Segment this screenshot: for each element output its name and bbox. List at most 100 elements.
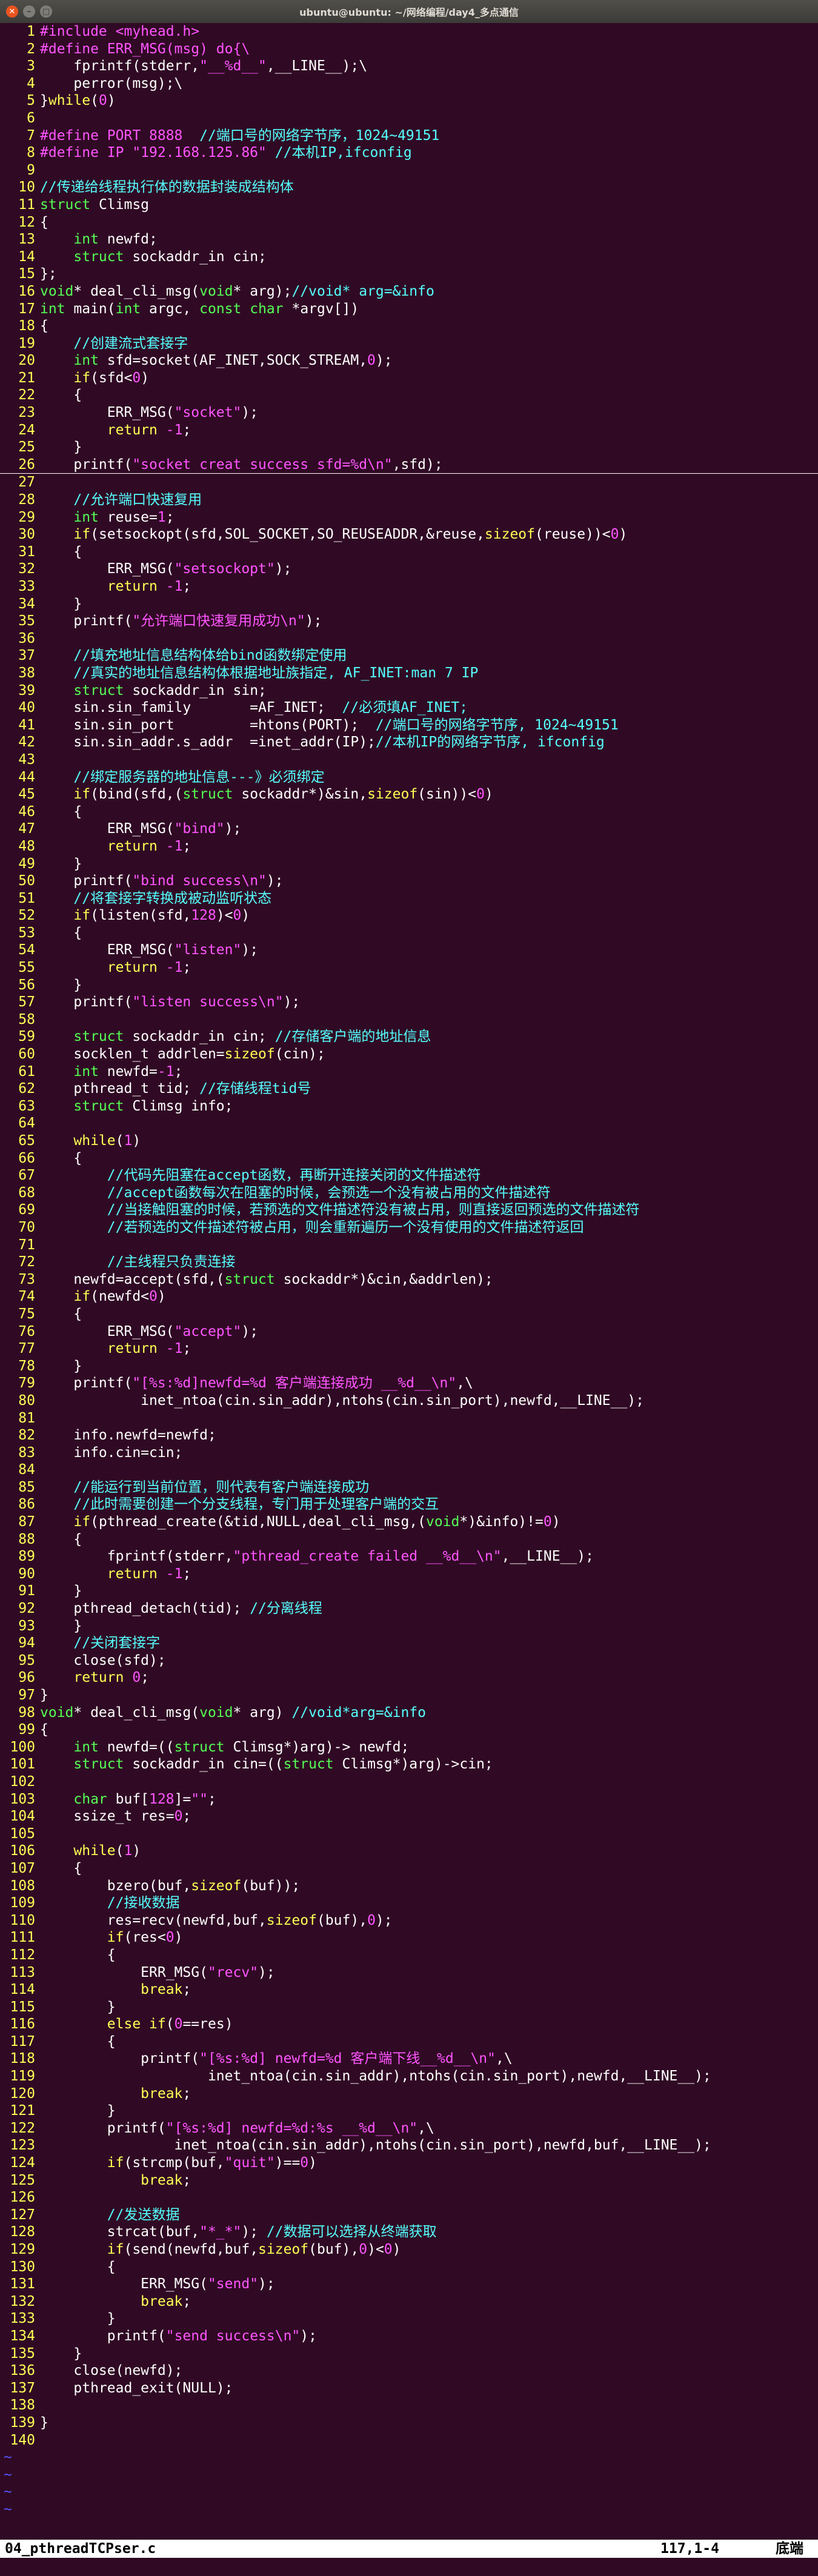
code-line[interactable]: 39 struct sockaddr_in sin;: [0, 682, 818, 700]
code-line[interactable]: 139}: [0, 2414, 818, 2432]
code-line[interactable]: 67 //代码先阻塞在accept函数，再断开连接关闭的文件描述符: [0, 1167, 818, 1184]
code-line[interactable]: 9: [0, 162, 818, 179]
code-line[interactable]: 42 sin.sin_addr.s_addr =inet_addr(IP);//…: [0, 734, 818, 751]
code-line[interactable]: 135 }: [0, 2345, 818, 2363]
code-line[interactable]: 28 //允许端口快速复用: [0, 491, 818, 509]
code-line[interactable]: 83 info.cin=cin;: [0, 1444, 818, 1462]
code-line[interactable]: 58: [0, 1011, 818, 1029]
close-icon[interactable]: ✕: [6, 5, 18, 18]
code-line[interactable]: 118 printf("[%s:%d] newfd=%d 客户端下线__%d__…: [0, 2050, 818, 2068]
code-line[interactable]: 110 res=recv(newfd,buf,sizeof(buf),0);: [0, 1912, 818, 1930]
code-line[interactable]: 53 {: [0, 925, 818, 942]
code-line[interactable]: 63 struct Climsg info;: [0, 1098, 818, 1115]
code-line[interactable]: 102: [0, 1773, 818, 1791]
code-line[interactable]: 41 sin.sin_port =htons(PORT); //端口号的网络字节…: [0, 717, 818, 734]
code-line[interactable]: 49 }: [0, 855, 818, 873]
code-line[interactable]: 86 //此时需要创建一个分支线程，专门用于处理客户端的交互: [0, 1496, 818, 1513]
code-line[interactable]: 111 if(res<0): [0, 1929, 818, 1947]
code-line[interactable]: 64: [0, 1115, 818, 1132]
code-line[interactable]: 92 pthread_detach(tid); //分离线程: [0, 1600, 818, 1618]
code-line[interactable]: 18 {: [0, 317, 818, 335]
code-line[interactable]: 11 struct Climsg: [0, 196, 818, 214]
code-line[interactable]: 93 }: [0, 1618, 818, 1635]
vim-command-line[interactable]: [0, 2558, 818, 2576]
code-line[interactable]: 81: [0, 1410, 818, 1427]
code-line[interactable]: 61 int newfd=-1;: [0, 1063, 818, 1081]
code-line[interactable]: 85 //能运行到当前位置，则代表有客户端连接成功: [0, 1479, 818, 1496]
code-line[interactable]: 68 //accept函数每次在阻塞的时候，会预选一个没有被占用的文件描述符: [0, 1184, 818, 1202]
code-line[interactable]: 138: [0, 2397, 818, 2414]
code-line[interactable]: 80 inet_ntoa(cin.sin_addr),ntohs(cin.sin…: [0, 1392, 818, 1410]
code-line[interactable]: 54 ERR_MSG("listen");: [0, 941, 818, 959]
code-line[interactable]: 121 }: [0, 2102, 818, 2120]
code-line[interactable]: 129 if(send(newfd,buf,sizeof(buf),0)<0): [0, 2241, 818, 2259]
code-line[interactable]: 27: [0, 474, 818, 491]
code-line[interactable]: 122 printf("[%s:%d] newfd=%d:%s __%d__\n…: [0, 2120, 818, 2137]
code-line[interactable]: 51 //将套接字转换成被动监听状态: [0, 890, 818, 908]
code-line[interactable]: 15};: [0, 265, 818, 283]
code-line[interactable]: 103 char buf[128]="";: [0, 1791, 818, 1808]
code-line[interactable]: 108 bzero(buf,sizeof(buf));: [0, 1877, 818, 1895]
code-line[interactable]: 106 while(1): [0, 1842, 818, 1860]
code-line[interactable]: 115 }: [0, 1999, 818, 2016]
code-line[interactable]: 14 struct sockaddr_in cin;: [0, 248, 818, 266]
code-line[interactable]: 52 if(listen(sfd,128)<0): [0, 907, 818, 925]
code-line[interactable]: 128 strcat(buf,"*_*"); //数据可以选择从终端获取: [0, 2223, 818, 2241]
code-line[interactable]: 35 printf("允许端口快速复用成功\n");: [0, 612, 818, 630]
code-line[interactable]: 113 ERR_MSG("recv");: [0, 1964, 818, 1982]
code-line[interactable]: 73 newfd=accept(sfd,(struct sockaddr*)&c…: [0, 1271, 818, 1289]
code-line[interactable]: 45 if(bind(sfd,(struct sockaddr*)&sin,si…: [0, 786, 818, 803]
code-line[interactable]: 116 else if(0==res): [0, 2016, 818, 2033]
code-line[interactable]: 34 }: [0, 596, 818, 613]
code-line[interactable]: 97}: [0, 1687, 818, 1704]
code-line[interactable]: 24 return -1;: [0, 422, 818, 439]
code-line[interactable]: 20 int sfd=socket(AF_INET,SOCK_STREAM,0)…: [0, 352, 818, 370]
code-line[interactable]: 5}while(0): [0, 92, 818, 110]
code-line[interactable]: 33 return -1;: [0, 578, 818, 596]
code-line[interactable]: 70 //若预选的文件描述符被占用，则会重新遍历一个没有使用的文件描述符返回: [0, 1219, 818, 1237]
code-line[interactable]: 25 }: [0, 439, 818, 456]
code-line[interactable]: 101 struct sockaddr_in cin=((struct Clim…: [0, 1756, 818, 1773]
code-line[interactable]: 124 if(strcmp(buf,"quit")==0): [0, 2154, 818, 2172]
code-line[interactable]: 133 }: [0, 2310, 818, 2328]
code-line[interactable]: 8 #define IP "192.168.125.86" //本机IP,ifco…: [0, 144, 818, 162]
code-line[interactable]: 89 fprintf(stderr,"pthread_create failed…: [0, 1548, 818, 1565]
code-line[interactable]: 37 //填充地址信息结构体给bind函数绑定使用: [0, 647, 818, 665]
code-line[interactable]: 31 {: [0, 543, 818, 561]
code-line[interactable]: 99 {: [0, 1721, 818, 1739]
code-line[interactable]: 109 //接收数据: [0, 1894, 818, 1912]
code-line[interactable]: 84: [0, 1461, 818, 1479]
code-line[interactable]: 137 pthread_exit(NULL);: [0, 2380, 818, 2397]
code-line[interactable]: 130 {: [0, 2259, 818, 2276]
code-line[interactable]: 74 if(newfd<0): [0, 1288, 818, 1306]
code-line[interactable]: 40 sin.sin_family =AF_INET; //必须填AF_INET…: [0, 699, 818, 717]
code-line[interactable]: 46 {: [0, 803, 818, 821]
code-line[interactable]: 98 void* deal_cli_msg(void* arg) //void*a…: [0, 1704, 818, 1722]
code-line[interactable]: 132 break;: [0, 2293, 818, 2311]
code-line[interactable]: 94 //关闭套接字: [0, 1635, 818, 1652]
code-line[interactable]: 1 #include <myhead.h>: [0, 23, 818, 41]
code-line[interactable]: 114 break;: [0, 1981, 818, 1999]
code-line[interactable]: 29 int reuse=1;: [0, 509, 818, 526]
code-line[interactable]: 57 printf("listen success\n");: [0, 994, 818, 1011]
code-line[interactable]: 104 ssize_t res=0;: [0, 1808, 818, 1825]
code-line[interactable]: 50 printf("bind success\n");: [0, 872, 818, 890]
code-line[interactable]: 12 {: [0, 214, 818, 231]
vim-editor[interactable]: 1 #include <myhead.h> 2 #define ERR_MSG(msg…: [0, 23, 818, 2540]
code-line[interactable]: 36: [0, 630, 818, 648]
code-line[interactable]: 78 }: [0, 1358, 818, 1375]
code-line[interactable]: 120 break;: [0, 2085, 818, 2103]
code-line[interactable]: 66 {: [0, 1150, 818, 1167]
code-line[interactable]: 76 ERR_MSG("accept");: [0, 1323, 818, 1341]
code-line[interactable]: 79 printf("[%s:%d]newfd=%d 客户端连接成功 __%d_…: [0, 1375, 818, 1392]
code-line[interactable]: 71: [0, 1237, 818, 1254]
code-line[interactable]: 62 pthread_t tid; //存储线程tid号: [0, 1080, 818, 1098]
code-line[interactable]: 91 }: [0, 1582, 818, 1600]
code-line[interactable]: 77 return -1;: [0, 1340, 818, 1358]
code-line[interactable]: 95 close(sfd);: [0, 1652, 818, 1670]
code-line[interactable]: 4 perror(msg);\: [0, 75, 818, 93]
code-line[interactable]: 119 inet_ntoa(cin.sin_addr),ntohs(cin.si…: [0, 2068, 818, 2085]
code-line[interactable]: 43: [0, 751, 818, 769]
code-line[interactable]: 131 ERR_MSG("send");: [0, 2276, 818, 2293]
code-line[interactable]: 32 ERR_MSG("setsockopt");: [0, 560, 818, 578]
